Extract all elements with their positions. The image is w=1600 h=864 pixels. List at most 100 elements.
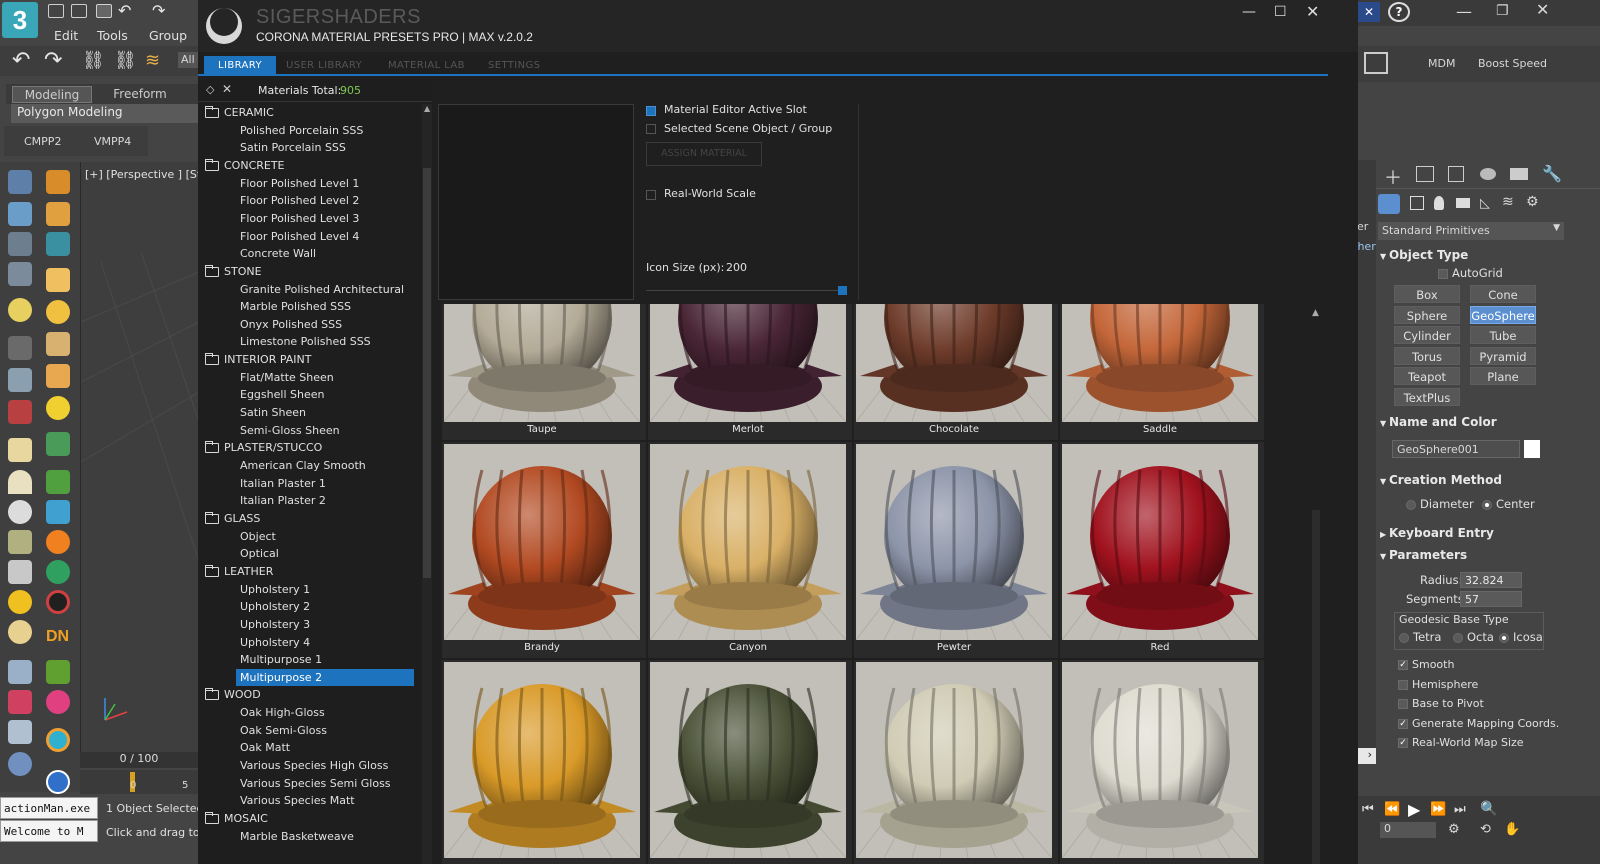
menu-tools[interactable]: Tools <box>97 28 128 43</box>
minimize-icon[interactable]: — <box>1242 4 1256 20</box>
name-color-header[interactable]: ▼ Name and Color <box>1380 415 1497 429</box>
crown-small-icon[interactable] <box>46 202 70 226</box>
viewport-icon[interactable] <box>46 232 70 256</box>
primitive-type-dropdown[interactable]: Standard Primitives ▼ <box>1378 222 1564 240</box>
ball-icon[interactable] <box>8 620 32 644</box>
real-world-map-size-checkbox[interactable]: ✓ <box>1398 738 1408 749</box>
tree-item-various-species-semi-gloss[interactable]: Various Species Semi Gloss <box>236 775 414 793</box>
tree-item-granite-polished-architectural[interactable]: Granite Polished Architectural <box>236 281 414 299</box>
tree-item-floor-polished-level-1[interactable]: Floor Polished Level 1 <box>236 175 414 193</box>
material-thumbnail[interactable] <box>1062 444 1258 640</box>
tab-library[interactable]: LIBRARY <box>204 56 276 76</box>
minimize-icon[interactable]: — <box>1456 2 1472 21</box>
tree-item-upholstery-1[interactable]: Upholstery 1 <box>236 581 414 599</box>
material-card-taupe[interactable]: Taupe <box>442 304 646 440</box>
material-card-item-12[interactable] <box>1060 660 1264 864</box>
undo-icon[interactable]: ↶ <box>118 0 131 22</box>
tree-item-upholstery-2[interactable]: Upholstery 2 <box>236 598 414 616</box>
teapot-icon[interactable] <box>8 170 32 194</box>
open-file-icon[interactable] <box>71 4 87 18</box>
tree-item-floor-polished-level-2[interactable]: Floor Polished Level 2 <box>236 192 414 210</box>
material-card-merlot[interactable]: Merlot <box>648 304 852 440</box>
cone-icon[interactable] <box>8 560 32 584</box>
cameras-icon[interactable] <box>1456 198 1470 208</box>
gear-blue-icon[interactable] <box>8 752 32 776</box>
tetra-radio[interactable] <box>1399 633 1409 643</box>
tree-item-floor-polished-level-4[interactable]: Floor Polished Level 4 <box>236 228 414 246</box>
grid-scrollbar[interactable]: ▲ <box>1306 304 1326 864</box>
branch-icon[interactable] <box>46 660 70 684</box>
go-end-icon[interactable]: ⏭ <box>1454 802 1466 817</box>
modify-tab-icon[interactable] <box>1416 166 1434 182</box>
tree-scrollbar[interactable]: ▲ <box>422 104 432 864</box>
primitive-plane-button[interactable]: Plane <box>1470 367 1536 385</box>
tree-item-optical[interactable]: Optical <box>236 545 414 563</box>
helper-icon[interactable] <box>8 368 32 392</box>
magnet-icon[interactable] <box>8 690 32 714</box>
material-card-brandy[interactable]: Brandy <box>442 442 646 658</box>
tree-item-floor-polished-level-3[interactable]: Floor Polished Level 3 <box>236 210 414 228</box>
tree-item-oak-semi-gloss[interactable]: Oak Semi-Gloss <box>236 722 414 740</box>
tree-item-oak-high-gloss[interactable]: Oak High-Gloss <box>236 704 414 722</box>
autogrid-checkbox[interactable] <box>1438 269 1448 279</box>
smooth-checkbox[interactable]: ✓ <box>1398 660 1408 670</box>
material-thumbnail[interactable] <box>1062 662 1258 858</box>
scene-object-checkbox[interactable] <box>646 124 656 134</box>
category-leather[interactable]: LEATHER <box>200 563 273 581</box>
grid-scroll-thumb[interactable] <box>1312 510 1320 864</box>
tree-item-marble-basketweave[interactable]: Marble Basketweave <box>236 828 414 846</box>
camera-icon[interactable] <box>8 336 32 360</box>
go-start-icon[interactable]: ⏮ <box>1362 802 1374 817</box>
category-glass[interactable]: GLASS <box>200 510 260 528</box>
tree-item-various-species-high-gloss[interactable]: Various Species High Gloss <box>236 757 414 775</box>
close-icon[interactable]: ✕ <box>1536 0 1549 19</box>
primitive-tube-button[interactable]: Tube <box>1470 326 1536 344</box>
frame-field[interactable]: 0 <box>1380 822 1436 838</box>
tree-item-satin-sheen[interactable]: Satin Sheen <box>236 404 414 422</box>
utilities-tab-icon[interactable]: 🔧 <box>1542 164 1562 183</box>
primitive-teapot-button[interactable]: Teapot <box>1394 367 1460 385</box>
scroll-up-icon[interactable]: ▲ <box>1312 308 1319 318</box>
maximize-icon[interactable]: ☐ <box>1274 4 1287 20</box>
material-thumbnail[interactable] <box>650 662 846 858</box>
close-icon[interactable]: ✕ <box>1306 2 1319 21</box>
diameter-radio[interactable] <box>1406 500 1416 510</box>
sphere-light-icon[interactable] <box>46 300 70 324</box>
box-icon[interactable] <box>46 364 70 388</box>
dn-icon[interactable]: DN <box>46 628 69 646</box>
f-badge-icon[interactable] <box>46 530 70 554</box>
material-thumbnail[interactable] <box>444 444 640 640</box>
segments-spinner[interactable]: 57 <box>1460 591 1522 607</box>
compass-icon[interactable] <box>8 720 32 744</box>
real-world-checkbox[interactable] <box>646 190 656 200</box>
menu-group[interactable]: Group <box>149 28 187 43</box>
basket-icon[interactable] <box>8 530 32 554</box>
tree-item-semi-gloss-sheen[interactable]: Semi-Gloss Sheen <box>236 422 414 440</box>
tab-modeling[interactable]: Modeling <box>12 86 92 103</box>
redo-icon[interactable]: ↷ <box>152 0 165 22</box>
selection-filter[interactable]: All <box>178 52 198 68</box>
hemisphere-checkbox[interactable] <box>1398 679 1408 690</box>
close-x-icon[interactable]: ✕ <box>1358 2 1380 22</box>
category-interior-paint[interactable]: INTERIOR PAINT <box>200 351 311 369</box>
geometry-icon[interactable] <box>1378 194 1400 214</box>
redo-icon[interactable]: ↷ <box>44 50 62 72</box>
octa-radio[interactable] <box>1453 633 1463 643</box>
zoom-icon[interactable]: 🔍 <box>1480 801 1497 817</box>
target-icon[interactable] <box>46 728 70 752</box>
film-icon[interactable] <box>8 400 32 424</box>
hierarchy-tab-icon[interactable] <box>1448 166 1464 182</box>
tree-item-upholstery-4[interactable]: Upholstery 4 <box>236 634 414 652</box>
primitive-sphere-button[interactable]: Sphere <box>1394 305 1460 324</box>
tree-item-satin-porcelain-sss[interactable]: Satin Porcelain SSS <box>236 139 414 157</box>
generate-mapping-coords-checkbox[interactable]: ✓ <box>1398 718 1408 729</box>
base-to-pivot-checkbox[interactable] <box>1398 699 1408 710</box>
material-thumbnail[interactable] <box>856 304 1052 422</box>
tree-item-american-clay-smooth[interactable]: American Clay Smooth <box>236 457 414 475</box>
tree-icon[interactable] <box>46 470 70 494</box>
shapes-icon[interactable] <box>1410 196 1424 210</box>
sun-icon[interactable] <box>46 396 70 420</box>
category-plaster-stucco[interactable]: PLASTER/STUCCO <box>200 439 322 457</box>
prev-frame-icon[interactable]: ⏪ <box>1384 802 1400 817</box>
material-editor-checkbox[interactable] <box>646 106 656 116</box>
